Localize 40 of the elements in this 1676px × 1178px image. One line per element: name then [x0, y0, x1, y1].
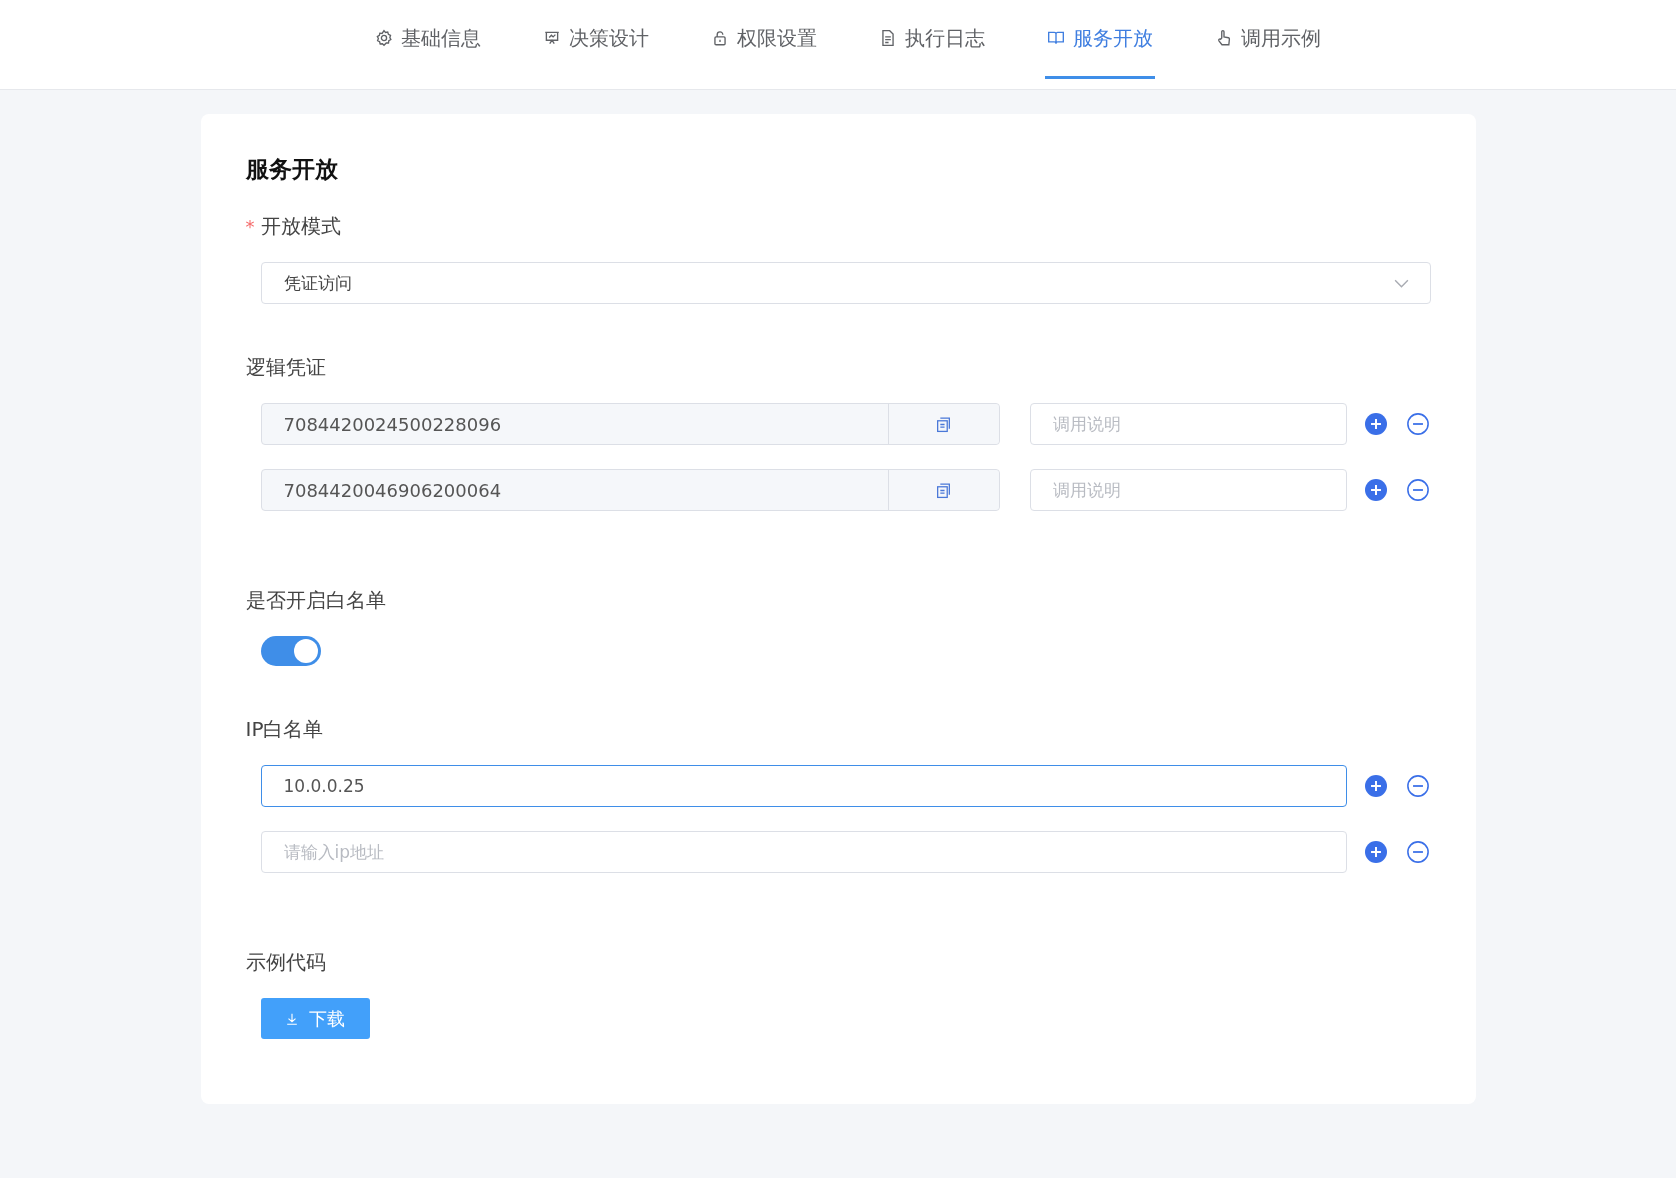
tab[interactable]: 基础信息 [373, 0, 483, 79]
credential-value: 7084420024500228096 [282, 412, 503, 437]
copy-icon [935, 415, 952, 433]
gear-icon [375, 29, 393, 47]
add-icon[interactable] [1364, 413, 1387, 435]
tab[interactable]: 权限设置 [709, 0, 819, 79]
credential-value: 7084420046906200064 [282, 478, 503, 503]
lock-icon [711, 29, 729, 47]
field-label: 示例代码 [245, 949, 326, 976]
add-icon[interactable] [1364, 479, 1387, 501]
remove-icon[interactable] [1406, 413, 1429, 435]
tab[interactable]: 服务开放 [1045, 0, 1155, 79]
tab[interactable]: 调用示例 [1213, 0, 1323, 79]
tab[interactable]: 决策设计 [541, 0, 651, 79]
field-label: 逻辑凭证 [245, 354, 326, 381]
credential-field[interactable]: 7084420046906200064 [260, 469, 1000, 511]
ip-input[interactable]: 10.0.0.25 [260, 765, 1347, 807]
ip-input[interactable]: 请输入ip地址 [260, 831, 1347, 873]
remove-icon[interactable] [1406, 841, 1429, 863]
mode-select[interactable]: 凭证访问 [260, 262, 1431, 304]
download-icon [285, 1011, 299, 1026]
board-icon [543, 29, 561, 47]
remove-icon[interactable] [1406, 775, 1429, 797]
field-label: IP白名单 [245, 716, 324, 743]
hand-icon [1215, 29, 1233, 47]
required-mark: * [245, 216, 255, 237]
remove-icon[interactable] [1406, 479, 1429, 501]
copy-icon [935, 481, 952, 499]
section-title: 服务开放 [245, 155, 339, 184]
book-icon [1047, 29, 1065, 47]
credential-field[interactable]: 7084420024500228096 [260, 403, 1000, 445]
field-label: 开放模式 [260, 213, 341, 240]
document-icon [879, 29, 897, 47]
add-icon[interactable] [1364, 841, 1387, 863]
add-icon[interactable] [1364, 775, 1387, 797]
description-input[interactable]: 调用说明 [1029, 469, 1347, 511]
field-label: 是否开启白名单 [245, 587, 386, 614]
description-input[interactable]: 调用说明 [1029, 403, 1347, 445]
whitelist-toggle[interactable] [260, 636, 321, 666]
tab[interactable]: 执行日志 [877, 0, 987, 79]
